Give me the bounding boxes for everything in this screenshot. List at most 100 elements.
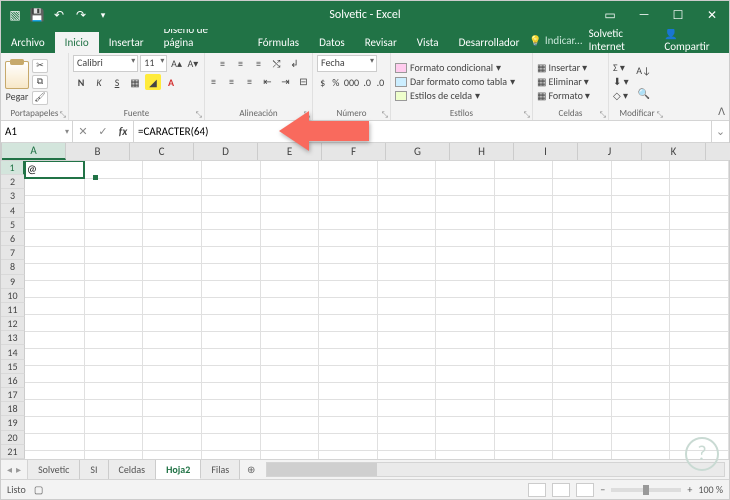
cell[interactable] — [611, 314, 670, 331]
align-top-button[interactable]: ≡ — [215, 55, 231, 71]
cell[interactable] — [319, 365, 378, 382]
cell[interactable] — [202, 416, 261, 433]
row-header[interactable]: 2 — [1, 175, 25, 189]
cell[interactable] — [25, 314, 84, 331]
cell[interactable] — [553, 246, 612, 263]
insert-cells-button[interactable]: ▦ Insertar ▾ — [537, 61, 590, 74]
cell[interactable] — [25, 263, 84, 280]
bold-button[interactable]: N — [73, 74, 89, 90]
cell[interactable] — [202, 450, 261, 459]
cell[interactable] — [319, 280, 378, 297]
cell[interactable] — [25, 229, 84, 246]
cell[interactable] — [670, 229, 729, 246]
cell[interactable] — [202, 161, 261, 178]
format-painter-button[interactable]: 🖌 — [32, 91, 48, 105]
cell[interactable] — [611, 399, 670, 416]
view-normal-button[interactable] — [528, 483, 546, 497]
cell[interactable] — [319, 178, 378, 195]
view-break-button[interactable] — [576, 483, 594, 497]
undo-icon[interactable]: ↶ — [51, 7, 67, 23]
cell[interactable] — [494, 450, 553, 459]
cell[interactable] — [436, 331, 495, 348]
cell[interactable] — [436, 280, 495, 297]
cell[interactable] — [319, 297, 378, 314]
cell[interactable] — [670, 416, 729, 433]
cell[interactable] — [202, 348, 261, 365]
cell[interactable] — [611, 161, 670, 178]
column-header[interactable]: J — [578, 143, 642, 160]
cell[interactable] — [143, 433, 202, 450]
cell[interactable] — [670, 280, 729, 297]
cell[interactable] — [436, 178, 495, 195]
cell[interactable] — [319, 161, 378, 178]
name-box[interactable]: A1 — [1, 121, 73, 142]
column-header[interactable]: E — [258, 143, 322, 160]
column-header[interactable]: F — [322, 143, 386, 160]
cell[interactable] — [84, 212, 143, 229]
cell[interactable] — [611, 348, 670, 365]
cell[interactable] — [553, 450, 612, 459]
cell[interactable] — [25, 416, 84, 433]
cell[interactable] — [611, 365, 670, 382]
cell[interactable] — [143, 161, 202, 178]
cell[interactable] — [670, 331, 729, 348]
cell[interactable] — [84, 348, 143, 365]
cell[interactable] — [143, 416, 202, 433]
collapse-ribbon-icon[interactable]: ᐱ — [718, 105, 725, 118]
merge-button[interactable]: ⊟ — [296, 73, 312, 89]
ribbon-options-icon[interactable]: ▭ — [593, 1, 627, 29]
account-label[interactable]: Solvetic Internet — [589, 27, 659, 53]
close-button[interactable]: ✕ — [695, 1, 729, 29]
cell[interactable] — [436, 297, 495, 314]
cell[interactable] — [670, 195, 729, 212]
cell[interactable] — [670, 246, 729, 263]
tell-me-input[interactable]: Indicar... — [529, 34, 582, 47]
cell[interactable] — [436, 314, 495, 331]
zoom-out-button[interactable]: − — [600, 483, 605, 496]
cell[interactable] — [553, 348, 612, 365]
cell[interactable] — [436, 382, 495, 399]
cell[interactable] — [25, 212, 84, 229]
row-header[interactable]: 4 — [1, 204, 25, 218]
cell[interactable] — [494, 212, 553, 229]
cell[interactable] — [377, 297, 436, 314]
cell[interactable] — [84, 382, 143, 399]
minimize-button[interactable]: — — [627, 1, 661, 29]
cell[interactable] — [25, 297, 84, 314]
fill-color-button[interactable]: ◢ — [145, 74, 161, 90]
cell[interactable] — [494, 229, 553, 246]
cell[interactable] — [553, 416, 612, 433]
cell[interactable] — [143, 450, 202, 459]
thousands-button[interactable]: 000 — [344, 74, 360, 90]
cell[interactable] — [143, 195, 202, 212]
cell[interactable] — [611, 416, 670, 433]
cell[interactable] — [436, 161, 495, 178]
cell[interactable] — [25, 433, 84, 450]
cell[interactable] — [611, 450, 670, 459]
cell[interactable] — [611, 382, 670, 399]
cell[interactable] — [84, 416, 143, 433]
cell[interactable] — [436, 263, 495, 280]
tab-vista[interactable]: Vista — [407, 32, 449, 53]
add-sheet-button[interactable]: ⊕ — [240, 460, 262, 479]
cell[interactable] — [377, 348, 436, 365]
column-header[interactable]: L — [706, 143, 730, 160]
underline-button[interactable]: S — [109, 74, 125, 90]
cell[interactable] — [84, 365, 143, 382]
cell[interactable] — [377, 399, 436, 416]
sheet-nav-prev-icon[interactable]: ◂ — [7, 463, 12, 476]
cell[interactable] — [260, 195, 319, 212]
cell[interactable] — [260, 212, 319, 229]
view-layout-button[interactable] — [552, 483, 570, 497]
indent-dec-button[interactable]: ⇤ — [260, 73, 276, 89]
cell[interactable] — [260, 229, 319, 246]
cell[interactable] — [553, 280, 612, 297]
cell[interactable] — [436, 433, 495, 450]
align-right-button[interactable]: ≡ — [242, 73, 258, 89]
cell[interactable] — [553, 178, 612, 195]
tab-datos[interactable]: Datos — [309, 32, 355, 53]
cell[interactable] — [143, 314, 202, 331]
cell[interactable] — [436, 246, 495, 263]
cell[interactable] — [202, 297, 261, 314]
cell[interactable] — [25, 195, 84, 212]
